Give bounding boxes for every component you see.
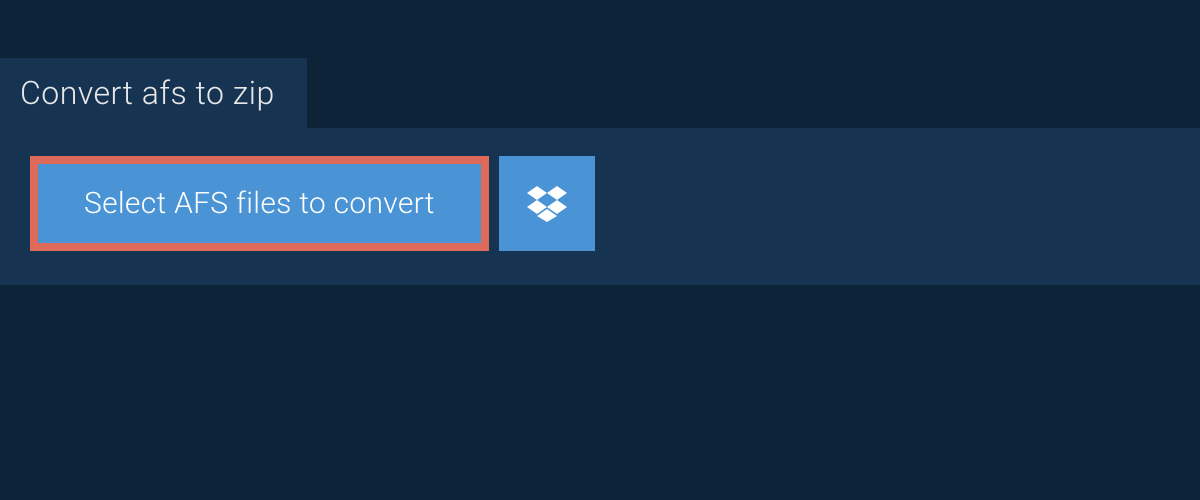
button-row: Select AFS files to convert bbox=[30, 156, 1170, 251]
tab-bar: Convert afs to zip bbox=[0, 0, 1200, 128]
select-files-button[interactable]: Select AFS files to convert bbox=[30, 156, 489, 251]
tab-label: Convert afs to zip bbox=[20, 74, 275, 112]
select-files-label: Select AFS files to convert bbox=[84, 186, 435, 221]
main-panel: Select AFS files to convert bbox=[0, 128, 1200, 285]
dropbox-icon bbox=[527, 186, 567, 222]
tab-convert[interactable]: Convert afs to zip bbox=[0, 58, 307, 128]
dropbox-button[interactable] bbox=[499, 156, 595, 251]
